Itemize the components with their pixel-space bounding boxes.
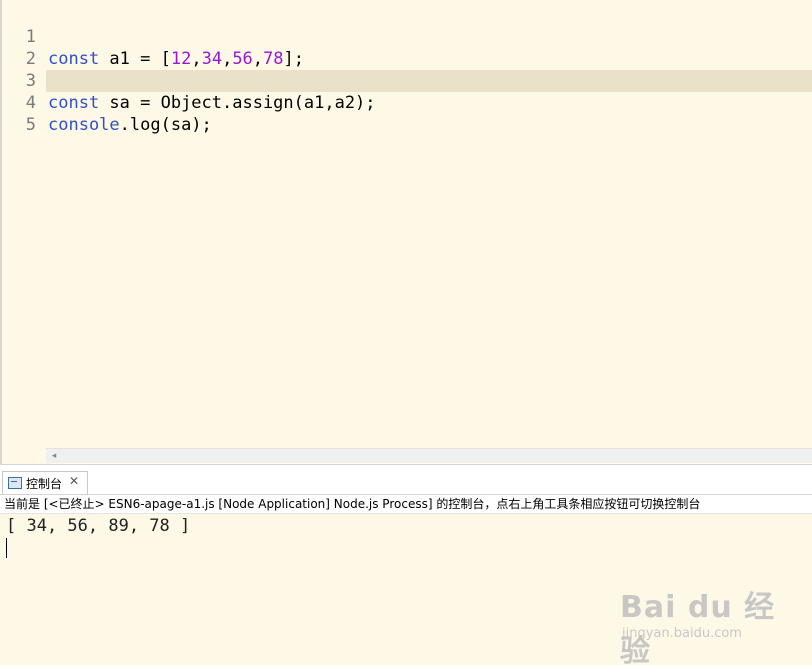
code-line-3[interactable]: 3 const sa = Object.assign(a1,a2); (0, 48, 812, 113)
line-number: 3 (25, 71, 36, 91)
baidu-watermark: Bai du 经验 jingyan.baidu.com (620, 582, 800, 669)
text-caret (6, 538, 7, 558)
code-line-1[interactable]: 1 const a1 = [12,34,56,78]; (0, 4, 812, 69)
console-tab-bar: 控制台 ✕ (0, 470, 812, 495)
close-icon[interactable]: ✕ (69, 474, 79, 488)
tab-console-label: 控制台 (26, 477, 63, 491)
console-icon (8, 477, 22, 489)
horizontal-scrollbar[interactable]: ◂ (46, 448, 812, 463)
code-keyword-token: console (48, 115, 120, 135)
console-output-line: [ 34, 56, 89, 78 ] (6, 516, 191, 536)
code-editor[interactable]: 1 const a1 = [12,34,56,78]; 2 const a2 =… (0, 0, 812, 464)
line-number: 5 (25, 115, 36, 135)
scroll-left-arrow-icon[interactable]: ◂ (48, 449, 60, 463)
code-line-5[interactable]: 5 (0, 92, 812, 135)
code-line-2[interactable]: 2 const a2 = [34,56,89]; (0, 26, 812, 91)
code-text: console.log(sa); (48, 114, 212, 136)
watermark-url: jingyan.baidu.com (622, 626, 742, 641)
console-status-text: 当前是 [<已终止> ESN6-apage-a1.js [Node Applic… (0, 495, 812, 514)
tab-console[interactable]: 控制台 ✕ (2, 471, 88, 494)
code-line-4-current[interactable]: 4 console.log(sa); (26, 70, 812, 135)
code-token: .log(sa); (119, 115, 212, 135)
